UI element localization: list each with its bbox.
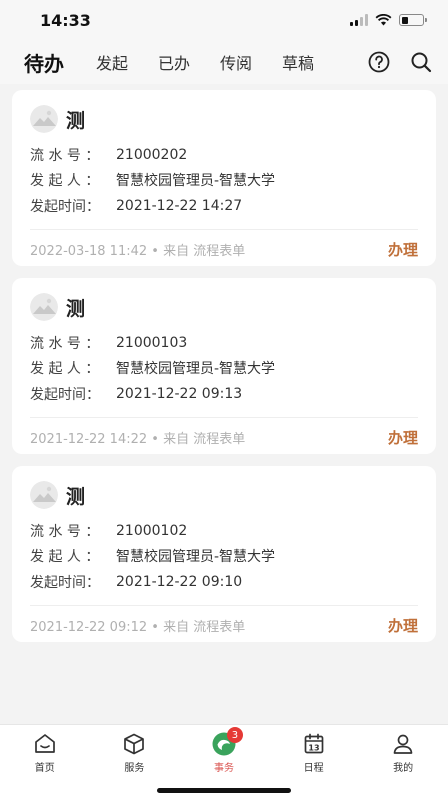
initiator-row: 发 起 人 ： 智慧校园管理员-智慧大学 bbox=[30, 544, 418, 570]
top-nav: 待办 发起 已办 传阅 草稿 bbox=[0, 40, 448, 84]
start-time-label: 发起时间： bbox=[30, 574, 100, 591]
serial-label: 流 水 号 ： bbox=[30, 335, 100, 352]
initiator-label: 发 起 人 ： bbox=[30, 549, 100, 566]
footer-meta: 2022-03-18 11:42 • 来自 流程表单 bbox=[30, 243, 246, 259]
card-footer: 2021-12-22 09:12 • 来自 流程表单 办理 bbox=[30, 604, 418, 645]
serial-row: 流 水 号 ： 21000102 bbox=[30, 518, 418, 544]
card-footer: 2021-12-22 14:22 • 来自 流程表单 办理 bbox=[30, 416, 418, 457]
serial-value: 21000102 bbox=[116, 522, 188, 539]
initiator-row: 发 起 人 ： 智慧校园管理员-智慧大学 bbox=[30, 168, 418, 194]
serial-label: 流 水 号 ： bbox=[30, 147, 100, 164]
card-title: 测 bbox=[66, 485, 86, 508]
cube-icon bbox=[121, 731, 147, 757]
start-time-row: 发起时间： 2021-12-22 09:10 bbox=[30, 569, 418, 595]
serial-value: 21000202 bbox=[116, 146, 188, 163]
initiator-label: 发 起 人 ： bbox=[30, 173, 100, 190]
battery-fill bbox=[401, 16, 408, 24]
serial-value: 21000103 bbox=[116, 334, 188, 351]
initiator-row: 发 起 人 ： 智慧校园管理员-智慧大学 bbox=[30, 356, 418, 382]
card-header: 测 bbox=[30, 292, 418, 322]
bottom-tab-bar: 首页 服务 3 事务 13 日程 我的 bbox=[0, 724, 448, 800]
bottom-tab-service[interactable]: 服务 bbox=[104, 731, 164, 800]
start-time-value: 2021-12-22 09:10 bbox=[116, 573, 243, 590]
bottom-tab-home[interactable]: 首页 bbox=[15, 731, 75, 800]
tab-done[interactable]: 已办 bbox=[158, 50, 190, 74]
start-time-label: 发起时间： bbox=[30, 198, 100, 215]
search-icon[interactable] bbox=[410, 51, 432, 73]
initiator-value: 智慧校园管理员-智慧大学 bbox=[116, 173, 276, 190]
home-indicator bbox=[157, 788, 291, 793]
bottom-tab-label: 我的 bbox=[393, 763, 414, 774]
handle-button[interactable]: 办理 bbox=[388, 615, 418, 636]
bottom-tab-label: 首页 bbox=[34, 763, 55, 774]
start-time-value: 2021-12-22 14:27 bbox=[116, 197, 243, 214]
bottom-tab-mine[interactable]: 我的 bbox=[373, 731, 433, 800]
task-card[interactable]: 测 流 水 号 ： 21000202 发 起 人 ： 智慧校园管理员-智慧大学 发起… bbox=[12, 90, 436, 266]
calendar-icon: 13 bbox=[301, 731, 327, 757]
status-icons bbox=[350, 14, 427, 26]
serial-label: 流 水 号 ： bbox=[30, 523, 100, 540]
task-list: 测 流 水 号 ： 21000202 发 起 人 ： 智慧校园管理员-智慧大学 发起… bbox=[0, 84, 448, 642]
status-bar: 14:33 bbox=[0, 0, 448, 40]
initiator-value: 智慧校园管理员-智慧大学 bbox=[116, 549, 276, 566]
initiator-value: 智慧校园管理员-智慧大学 bbox=[116, 361, 276, 378]
battery-icon bbox=[399, 14, 427, 26]
notification-badge: 3 bbox=[226, 727, 243, 743]
initiator-label: 发 起 人 ： bbox=[30, 361, 100, 378]
bottom-tab-schedule[interactable]: 13 日程 bbox=[284, 731, 344, 800]
start-time-value: 2021-12-22 09:13 bbox=[116, 385, 243, 402]
card-header: 测 bbox=[30, 104, 418, 134]
card-footer: 2022-03-18 11:42 • 来自 流程表单 办理 bbox=[30, 228, 418, 269]
avatar bbox=[30, 293, 58, 321]
avatar bbox=[30, 481, 58, 509]
nav-actions bbox=[368, 51, 432, 73]
serial-row: 流 水 号 ： 21000202 bbox=[30, 142, 418, 168]
tab-circulate[interactable]: 传阅 bbox=[220, 50, 252, 74]
card-title: 测 bbox=[66, 109, 86, 132]
home-icon bbox=[32, 731, 58, 757]
wifi-icon bbox=[375, 14, 392, 26]
help-circle-icon[interactable] bbox=[368, 51, 390, 73]
footer-meta: 2021-12-22 09:12 • 来自 流程表单 bbox=[30, 619, 246, 635]
tab-initiate[interactable]: 发起 bbox=[96, 50, 128, 74]
bottom-tab-label: 事务 bbox=[213, 763, 234, 774]
handle-button[interactable]: 办理 bbox=[388, 427, 418, 448]
svg-text:13: 13 bbox=[308, 743, 319, 752]
task-card[interactable]: 测 流 水 号 ： 21000103 发 起 人 ： 智慧校园管理员-智慧大学 发起… bbox=[12, 278, 436, 454]
task-card[interactable]: 测 流 水 号 ： 21000102 发 起 人 ： 智慧校园管理员-智慧大学 发起… bbox=[12, 466, 436, 642]
start-time-row: 发起时间： 2021-12-22 14:27 bbox=[30, 193, 418, 219]
status-time: 14:33 bbox=[40, 10, 91, 30]
start-time-label: 发起时间： bbox=[30, 386, 100, 403]
card-header: 测 bbox=[30, 480, 418, 510]
footer-meta: 2021-12-22 14:22 • 来自 流程表单 bbox=[30, 431, 246, 447]
bottom-tab-label: 服务 bbox=[124, 763, 145, 774]
card-title: 测 bbox=[66, 297, 86, 320]
serial-row: 流 水 号 ： 21000103 bbox=[30, 330, 418, 356]
user-icon bbox=[390, 731, 416, 757]
tab-todo[interactable]: 待办 bbox=[24, 48, 64, 77]
handle-button[interactable]: 办理 bbox=[388, 239, 418, 260]
avatar bbox=[30, 105, 58, 133]
cellular-signal-icon bbox=[350, 14, 368, 26]
tab-drafts[interactable]: 草稿 bbox=[282, 50, 314, 74]
start-time-row: 发起时间： 2021-12-22 09:13 bbox=[30, 381, 418, 407]
bottom-tab-label: 日程 bbox=[303, 763, 324, 774]
